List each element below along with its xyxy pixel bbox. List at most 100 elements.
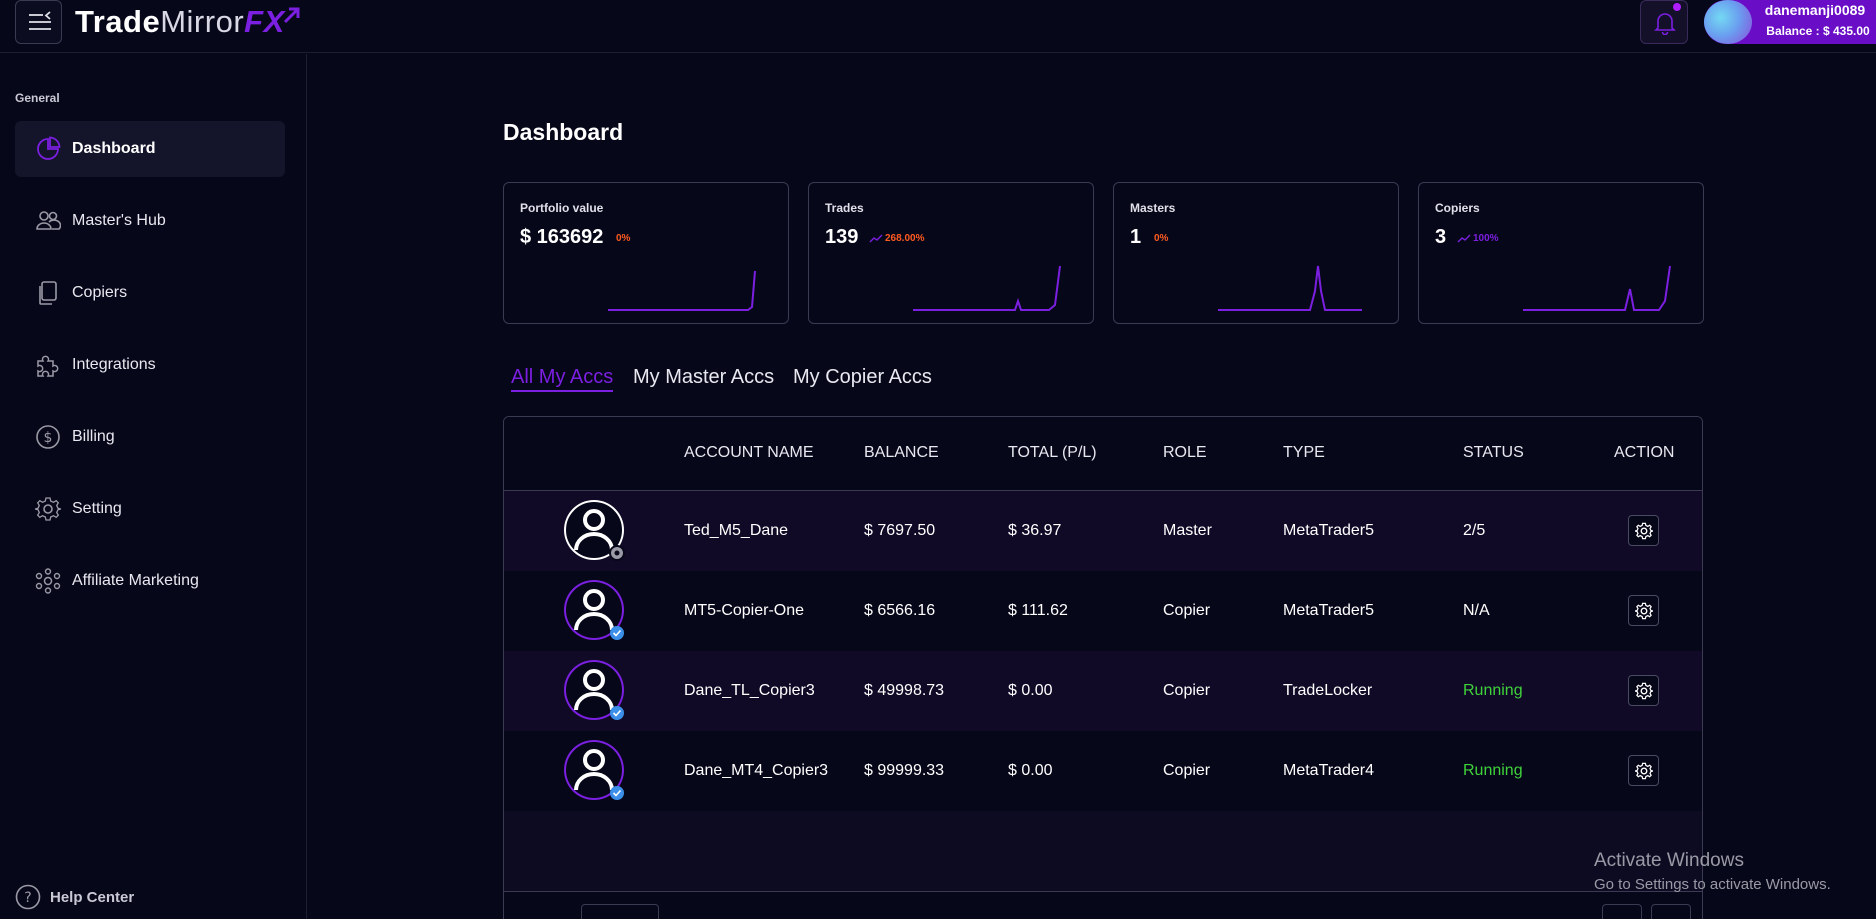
sidebar-item-label: Copiers <box>72 284 128 301</box>
tab-my-master-accs[interactable]: My Master Accs <box>633 366 774 389</box>
logo-arrow-icon <box>283 7 300 24</box>
sidebar-item-affiliate-marketing[interactable]: Affiliate Marketing <box>15 553 285 609</box>
row-settings-button[interactable] <box>1628 755 1659 786</box>
account-name: Dane_TL_Copier3 <box>684 682 815 699</box>
sparkline <box>1218 265 1362 311</box>
app-logo[interactable]: TradeMirrorFX <box>75 4 300 44</box>
row-settings-button[interactable] <box>1628 595 1659 626</box>
users-icon <box>36 211 61 230</box>
sidebar: General Dashboard Master's Hub Copiers I… <box>0 54 307 919</box>
account-status: 2/5 <box>1463 522 1486 539</box>
sparkline <box>913 265 1061 311</box>
stat-card-trades: Trades 139 268.00% <box>808 182 1094 324</box>
account-pl: $ 0.00 <box>1008 762 1053 779</box>
account-balance: Balance : $ 435.00 <box>1766 24 1870 38</box>
menu-collapse-icon <box>29 11 51 30</box>
stat-value: 139 <box>825 226 859 248</box>
rows-per-page-select[interactable] <box>581 904 659 919</box>
question-circle-icon: ? <box>15 884 41 910</box>
sidebar-item-copiers[interactable]: Copiers <box>15 265 285 321</box>
tab-my-copier-accs[interactable]: My Copier Accs <box>793 366 932 389</box>
sidebar-item-dashboard[interactable]: Dashboard <box>15 121 285 177</box>
account-role: Master <box>1163 522 1212 539</box>
account-name: Ted_M5_Dane <box>684 522 789 539</box>
puzzle-icon <box>37 355 59 377</box>
dollar-circle-icon: $ <box>36 425 60 449</box>
gear-icon <box>1635 762 1653 780</box>
table-header: ACCOUNT NAME BALANCE TOTAL (P/L) ROLE TY… <box>504 417 1702 491</box>
account-name: Dane_MT4_Copier3 <box>684 762 829 779</box>
trend-up-icon <box>869 234 883 243</box>
svg-text:$: $ <box>44 430 53 446</box>
top-bar: TradeMirrorFX danemanji0089 Balance : $ … <box>0 0 1876 53</box>
stat-delta: 100% <box>1473 233 1499 244</box>
pagination-prev-button[interactable] <box>1602 904 1642 919</box>
account-type: MetaTrader5 <box>1283 602 1374 619</box>
user-avatar-icon <box>564 580 624 640</box>
sidebar-item-setting[interactable]: Setting <box>15 481 285 537</box>
account-status: N/A <box>1463 602 1490 619</box>
notification-button[interactable] <box>1640 0 1688 44</box>
sidebar-item-label: Billing <box>72 428 115 445</box>
menu-toggle-button[interactable] <box>15 0 62 44</box>
logo-text-fx: FX <box>244 4 285 39</box>
stat-value: 1 <box>1130 226 1142 248</box>
account-balance-cell: $ 49998.73 <box>864 682 945 699</box>
table-row[interactable]: Dane_TL_Copier3 $ 49998.73 $ 0.00 Copier… <box>504 651 1702 731</box>
stat-card-masters: Masters 1 0% <box>1113 182 1399 324</box>
svg-text:?: ? <box>24 890 31 906</box>
avatar[interactable] <box>1704 0 1752 44</box>
notification-badge <box>1673 3 1681 11</box>
username: danemanji0089 <box>1764 2 1866 18</box>
account-balance-cell: $ 99999.33 <box>864 762 945 779</box>
sidebar-item-masters-hub[interactable]: Master's Hub <box>15 193 285 249</box>
stat-label: Portfolio value <box>520 201 604 215</box>
user-avatar-icon <box>564 500 625 561</box>
activate-windows-title: Activate Windows <box>1594 850 1744 871</box>
help-center-label: Help Center <box>50 888 135 906</box>
account-name: MT5-Copier-One <box>684 602 805 619</box>
logo-text-trade: Trade <box>75 4 161 39</box>
column-header: TOTAL (P/L) <box>1008 444 1097 461</box>
account-type: TradeLocker <box>1283 682 1373 699</box>
row-settings-button[interactable] <box>1628 515 1659 546</box>
account-type: MetaTrader5 <box>1283 522 1374 539</box>
account-status: Running <box>1463 682 1523 699</box>
gear-icon <box>1635 602 1653 620</box>
help-center-link[interactable]: ? Help Center <box>15 884 134 910</box>
table-row[interactable]: Dane_MT4_Copier3 $ 99999.33 $ 0.00 Copie… <box>504 731 1702 811</box>
stat-delta: 0% <box>1154 233 1169 244</box>
sidebar-item-label: Integrations <box>72 356 156 373</box>
stat-card-portfolio: Portfolio value $ 163692 0% <box>503 182 789 324</box>
row-settings-button[interactable] <box>1628 675 1659 706</box>
copy-icon <box>39 281 57 305</box>
sidebar-item-label: Affiliate Marketing <box>72 572 199 589</box>
table-row[interactable]: MT5-Copier-One $ 6566.16 $ 111.62 Copier… <box>504 571 1702 651</box>
column-header: STATUS <box>1463 444 1524 461</box>
gear-icon <box>1635 682 1653 700</box>
account-role: Copier <box>1163 602 1211 619</box>
user-avatar-icon <box>564 740 624 800</box>
account-pl: $ 111.62 <box>1008 602 1068 619</box>
stat-delta: 268.00% <box>885 233 925 244</box>
stat-delta: 0% <box>616 233 631 244</box>
account-role: Copier <box>1163 762 1211 779</box>
accounts-table: ACCOUNT NAME BALANCE TOTAL (P/L) ROLE TY… <box>503 416 1703 919</box>
page-title: Dashboard <box>503 119 624 145</box>
sidebar-item-billing[interactable]: $ Billing <box>15 409 285 465</box>
account-status: Running <box>1463 762 1523 779</box>
sidebar-item-label: Master's Hub <box>72 212 166 229</box>
pagination-next-button[interactable] <box>1651 904 1691 919</box>
tab-all-my-accs[interactable]: All My Accs <box>511 366 614 392</box>
sidebar-item-integrations[interactable]: Integrations <box>15 337 285 393</box>
account-pl: $ 0.00 <box>1008 682 1053 699</box>
table-row[interactable]: Ted_M5_Dane $ 7697.50 $ 36.97 Master Met… <box>504 491 1702 571</box>
sidebar-section-label: General <box>15 91 60 105</box>
column-header: BALANCE <box>864 444 939 461</box>
gear-icon <box>1635 522 1653 540</box>
trend-up-icon <box>1457 234 1471 243</box>
gear-icon <box>35 497 61 521</box>
pie-chart-icon <box>37 136 61 160</box>
bell-icon <box>1654 13 1676 35</box>
column-header: ROLE <box>1163 444 1207 461</box>
